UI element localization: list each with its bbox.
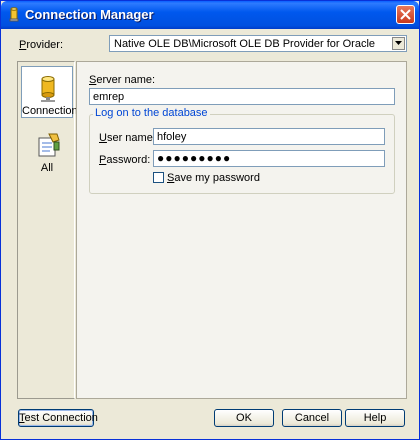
user-name-value: hfoley	[157, 131, 187, 143]
test-connection-button-accesskey: T	[19, 412, 25, 424]
database-cylinder-icon	[38, 75, 58, 106]
password-label-accesskey: P	[99, 154, 107, 166]
user-name-label-accesskey: U	[99, 132, 107, 144]
close-icon	[400, 9, 411, 20]
database-icon	[7, 7, 21, 23]
nav-item-label: Connection	[22, 105, 78, 117]
title-bar[interactable]: Connection Manager	[1, 1, 419, 29]
password-value: ●●●●●●●●●	[157, 151, 232, 165]
nav-item-label: All	[40, 162, 54, 174]
save-password-checkbox[interactable]	[153, 172, 164, 183]
provider-value: Native OLE DB\Microsoft OLE DB Provider …	[114, 38, 376, 50]
provider-select[interactable]: Native OLE DB\Microsoft OLE DB Provider …	[109, 35, 407, 52]
ok-button[interactable]: OK	[214, 409, 274, 427]
help-button[interactable]: Help	[345, 409, 405, 427]
user-name-label: User name:	[99, 132, 156, 144]
save-password-label-accesskey: S	[167, 172, 175, 184]
connection-manager-dialog: Connection Manager Provider: Native OLE …	[0, 0, 420, 440]
close-button[interactable]	[396, 5, 415, 24]
nav-item-all[interactable]: All	[21, 124, 73, 176]
server-name-label: Server name:	[89, 74, 156, 86]
window-title: Connection Manager	[25, 7, 154, 22]
properties-icon	[37, 132, 61, 161]
dropdown-button[interactable]	[392, 37, 405, 50]
page-navigation: Connection All	[17, 61, 78, 399]
save-password-label[interactable]: Save my password	[167, 172, 260, 184]
server-name-label-accesskey: S	[89, 74, 97, 86]
test-connection-button[interactable]: Test Connection	[18, 409, 98, 427]
user-name-input[interactable]: hfoley	[153, 128, 385, 145]
server-name-value: emrep	[93, 91, 125, 103]
nav-item-connection[interactable]: Connection	[21, 66, 78, 118]
cancel-button[interactable]: Cancel	[282, 409, 342, 427]
provider-label: Provider:	[19, 39, 64, 51]
provider-label-accesskey: P	[19, 39, 27, 51]
chevron-down-icon	[395, 41, 402, 45]
logon-group-title: Log on to the database	[93, 107, 210, 119]
password-label: Password:	[99, 154, 151, 166]
server-name-input[interactable]: emrep	[89, 88, 395, 105]
password-input[interactable]: ●●●●●●●●●	[153, 150, 385, 167]
